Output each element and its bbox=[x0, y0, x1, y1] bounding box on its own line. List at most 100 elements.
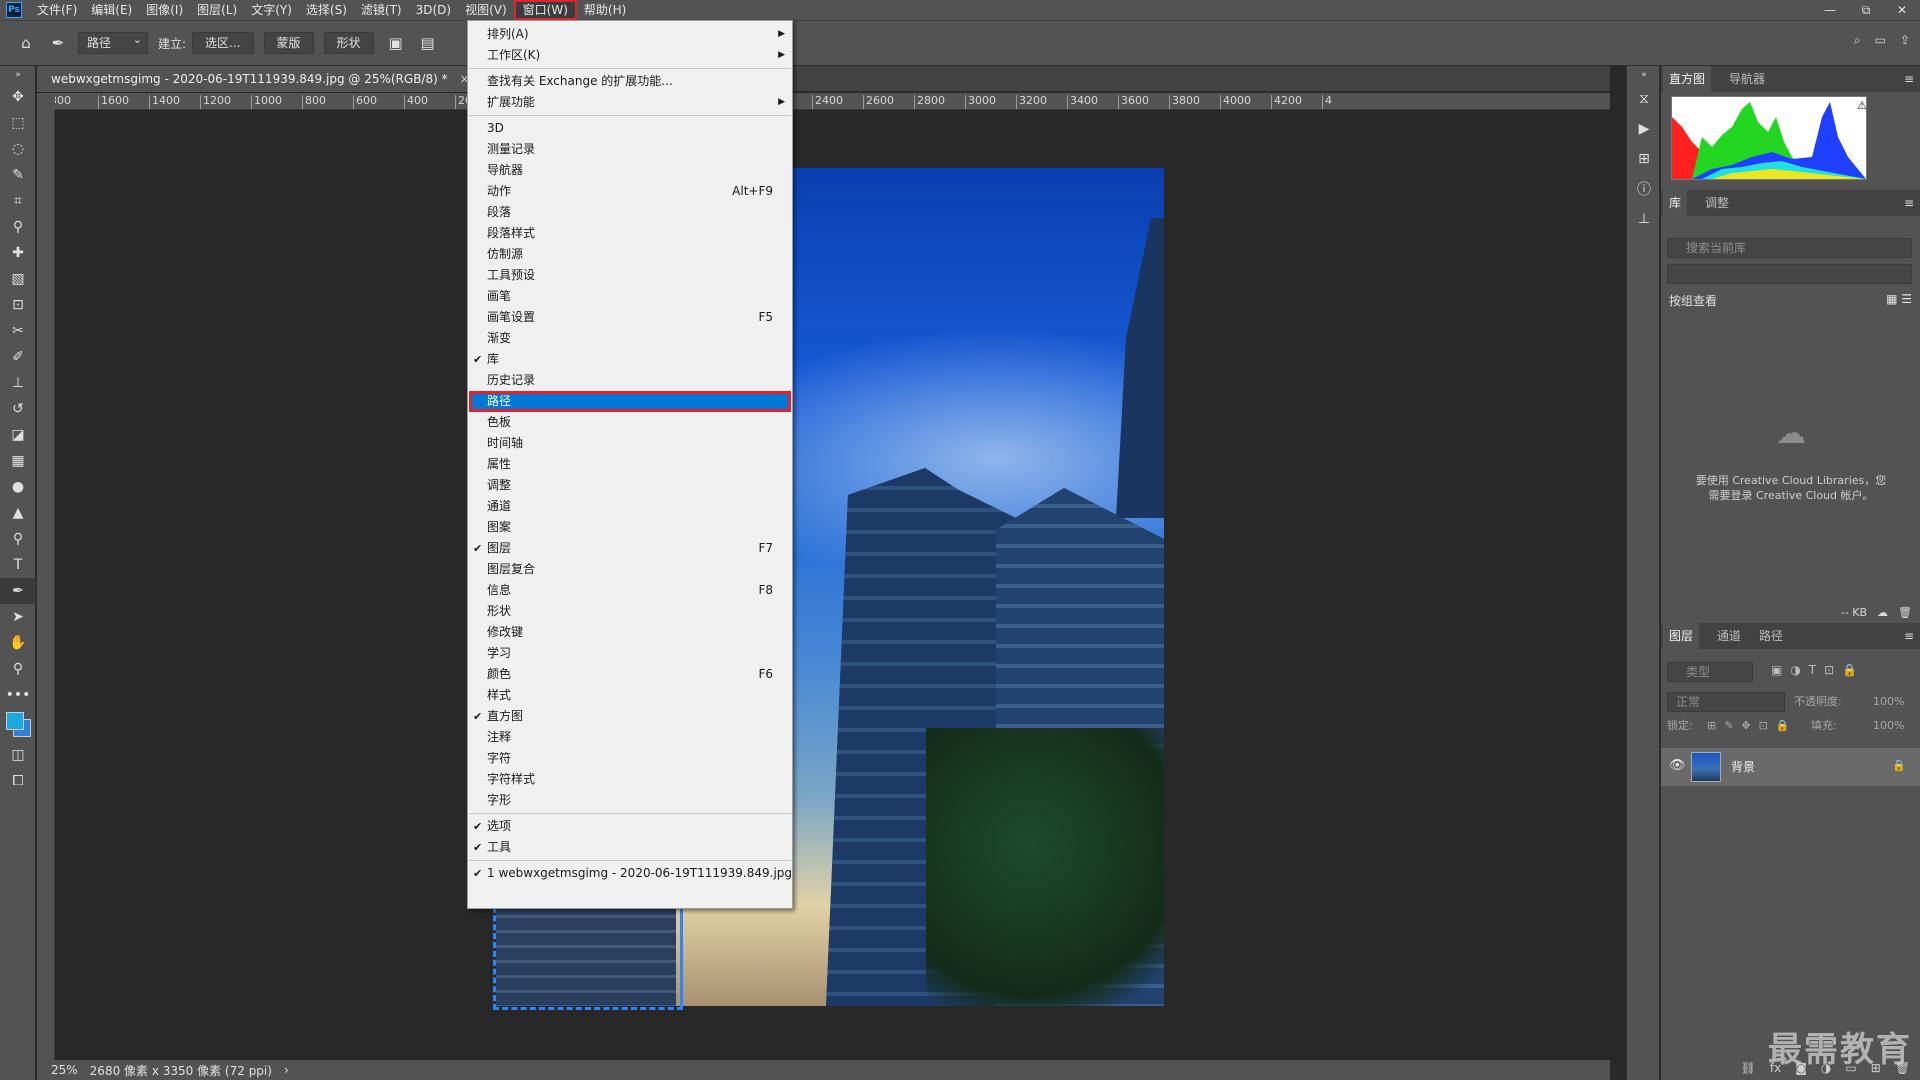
minimize-button[interactable]: — bbox=[1812, 0, 1848, 20]
path-operations-icon[interactable]: ▣ bbox=[384, 31, 408, 55]
window-menu-item[interactable]: 颜色 F6 bbox=[469, 664, 791, 685]
frame-tool-icon[interactable]: ⊡ bbox=[0, 292, 36, 318]
layer-row[interactable]: 👁 背景 🔒 bbox=[1661, 748, 1920, 786]
view-by-dropdown[interactable]: 按组查看 bbox=[1669, 292, 1717, 309]
window-menu-item[interactable]: ✔ 1 webwxgetmsgimg - 2020-06-19T111939.84… bbox=[469, 863, 792, 884]
path-selection-tool-icon[interactable]: ➤ bbox=[0, 604, 36, 630]
healing-brush-tool-icon[interactable]: ✚ bbox=[0, 240, 36, 266]
window-menu-item[interactable]: 动作 Alt+F9 bbox=[469, 181, 791, 202]
screen-mode-icon[interactable]: ⧠ bbox=[0, 768, 36, 794]
layer-visibility-icon[interactable]: 👁 bbox=[1669, 758, 1686, 773]
path-alignment-icon[interactable]: ▤ bbox=[416, 31, 440, 55]
library-panel-menu-icon[interactable]: ≡ bbox=[1904, 190, 1914, 216]
share-icon[interactable]: ⇪ bbox=[1900, 33, 1910, 48]
info-panel-icon[interactable]: ⓘ bbox=[1627, 174, 1661, 204]
tab-libraries[interactable]: 库 bbox=[1663, 190, 1688, 216]
view-mode-icons[interactable]: ▦ ☰ bbox=[1886, 292, 1912, 306]
pen-tool-preset-icon[interactable]: ✒ bbox=[46, 31, 70, 55]
window-menu-item[interactable]: ✔ 选项 bbox=[469, 816, 791, 837]
window-menu-item[interactable]: 查找有关 Exchange 的扩展功能... bbox=[469, 71, 791, 92]
canvas-area[interactable] bbox=[56, 110, 1610, 1060]
quick-mask-icon[interactable]: ◫ bbox=[0, 742, 36, 768]
home-icon[interactable]: ⌂ bbox=[14, 31, 38, 55]
quick-selection-tool-icon[interactable]: ✎ bbox=[0, 162, 36, 188]
history-brush-tool-icon[interactable]: ↺ bbox=[0, 396, 36, 422]
window-menu-item[interactable]: 历史记录 bbox=[469, 370, 791, 391]
window-menu-item[interactable]: 属性 bbox=[469, 454, 791, 475]
menu-item[interactable]: 3D(D) bbox=[409, 0, 458, 20]
ruler-tool-icon[interactable]: ▧ bbox=[0, 266, 36, 292]
window-menu-item[interactable]: 画笔 bbox=[469, 286, 791, 307]
properties-panel-icon[interactable]: ⊞ bbox=[1627, 144, 1661, 174]
window-menu-item[interactable]: 图案 bbox=[469, 517, 791, 538]
history-panel-icon[interactable]: ⧖ bbox=[1627, 84, 1661, 114]
crop-tool-icon[interactable]: ⌗ bbox=[0, 188, 36, 214]
tab-layers[interactable]: 图层 bbox=[1663, 623, 1700, 649]
search-icon[interactable]: ⌕ bbox=[1854, 33, 1861, 48]
eraser-tool-icon[interactable]: ◪ bbox=[0, 422, 36, 448]
pen-tool-icon[interactable]: ✒ bbox=[0, 578, 36, 604]
window-menu-item[interactable]: 导航器 bbox=[469, 160, 791, 181]
menu-item[interactable]: 图层(L) bbox=[190, 0, 244, 20]
window-menu-item[interactable]: 字形 bbox=[469, 790, 791, 811]
window-menu-item[interactable]: 调整 bbox=[469, 475, 791, 496]
scissors-tool-icon[interactable]: ✂ bbox=[0, 318, 36, 344]
tab-navigator[interactable]: 导航器 bbox=[1729, 66, 1765, 92]
make-selection-button[interactable]: 选区... bbox=[192, 32, 254, 54]
clone-stamp-tool-icon[interactable]: ⊥ bbox=[0, 370, 36, 396]
menu-item[interactable]: 文件(F) bbox=[30, 0, 84, 20]
eyedropper-tool-icon[interactable]: ⚲ bbox=[0, 214, 36, 240]
layers-panel-menu-icon[interactable]: ≡ bbox=[1904, 623, 1914, 649]
library-select[interactable] bbox=[1667, 264, 1912, 284]
window-menu-item[interactable]: ✔ 工具 bbox=[469, 837, 791, 858]
fill-value[interactable]: 100% bbox=[1873, 716, 1904, 736]
window-menu-item[interactable]: 排列(A) ▶ bbox=[469, 24, 791, 45]
clone-source-panel-icon[interactable]: ⊥ bbox=[1627, 204, 1661, 234]
window-menu-item[interactable]: 画笔设置 F5 bbox=[469, 307, 791, 328]
window-menu-item[interactable]: 色板 bbox=[469, 412, 791, 433]
window-menu-item[interactable]: ✔ 直方图 bbox=[469, 706, 791, 727]
dodge-tool-icon[interactable]: ⚲ bbox=[0, 526, 36, 552]
layer-filter-icons[interactable]: ▣◑T⊡🔒 bbox=[1771, 663, 1865, 677]
blur-tool-icon[interactable]: ● bbox=[0, 474, 36, 500]
window-menu-item[interactable]: 测量记录 bbox=[469, 139, 791, 160]
lock-icons[interactable]: ⊞✎✥⊡🔒 bbox=[1707, 716, 1798, 736]
window-menu-item[interactable]: 样式 bbox=[469, 685, 791, 706]
blend-mode-select[interactable]: 正常 bbox=[1667, 692, 1785, 712]
window-menu-item[interactable]: 字符样式 bbox=[469, 769, 791, 790]
layer-lock-icon[interactable]: 🔒 bbox=[1892, 759, 1906, 772]
menu-item[interactable]: 帮助(H) bbox=[577, 0, 633, 20]
menu-item[interactable]: 编辑(E) bbox=[84, 0, 139, 20]
marquee-tool-icon[interactable]: ⬚ bbox=[0, 110, 36, 136]
window-menu-item[interactable]: 图层复合 bbox=[469, 559, 791, 580]
menu-item[interactable]: 窗口(W) bbox=[513, 0, 577, 20]
library-delete-icon[interactable]: 🗑 bbox=[1898, 606, 1912, 619]
window-menu-item[interactable]: 渐变 bbox=[469, 328, 791, 349]
sharpen-tool-icon[interactable]: ▲ bbox=[0, 500, 36, 526]
horizontal-ruler[interactable]: 3001600140012001000800600400201200140016… bbox=[55, 93, 1610, 110]
window-menu-item[interactable]: 学习 bbox=[469, 643, 791, 664]
brush-tool-icon[interactable]: ✐ bbox=[0, 344, 36, 370]
expand-panels-icon[interactable]: « bbox=[1627, 66, 1661, 84]
menu-item[interactable]: 滤镜(T) bbox=[354, 0, 409, 20]
menu-item[interactable]: 视图(V) bbox=[458, 0, 514, 20]
window-menu-item[interactable]: 路径 bbox=[469, 391, 791, 412]
vertical-ruler[interactable] bbox=[37, 110, 55, 1060]
window-menu-item[interactable]: ✔ 库 bbox=[469, 349, 791, 370]
window-menu-item[interactable]: 段落样式 bbox=[469, 223, 791, 244]
menu-item[interactable]: 选择(S) bbox=[299, 0, 354, 20]
gradient-tool-icon[interactable]: ▦ bbox=[0, 448, 36, 474]
window-menu-item[interactable]: 仿制源 bbox=[469, 244, 791, 265]
window-menu-item[interactable]: 工作区(K) ▶ bbox=[469, 45, 791, 66]
cloud-sync-icon[interactable]: ☁ bbox=[1877, 606, 1888, 619]
window-menu-item[interactable]: 形状 bbox=[469, 601, 791, 622]
tab-adjustments[interactable]: 调整 bbox=[1705, 190, 1729, 216]
tab-channels[interactable]: 通道 bbox=[1717, 623, 1741, 649]
tab-paths[interactable]: 路径 bbox=[1759, 623, 1783, 649]
ruler-origin[interactable] bbox=[37, 93, 55, 110]
window-menu-item[interactable]: ✔ 图层 F7 bbox=[469, 538, 791, 559]
hand-tool-icon[interactable]: ✋ bbox=[0, 630, 36, 656]
restore-button[interactable]: ⧉ bbox=[1848, 0, 1884, 20]
layer-filter-select[interactable]: 类型 bbox=[1667, 662, 1753, 682]
window-menu-item[interactable]: 通道 bbox=[469, 496, 791, 517]
